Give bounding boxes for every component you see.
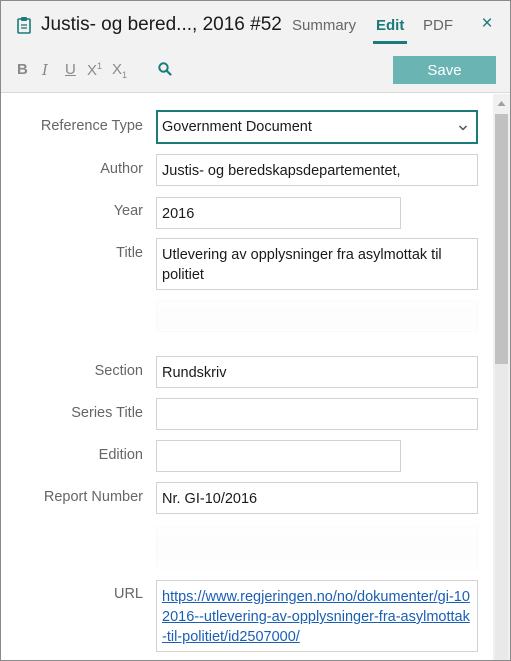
title-label: Title — [116, 245, 143, 261]
search-icon[interactable] — [157, 61, 173, 77]
superscript-letter: X — [87, 62, 98, 79]
scrollbar-track-lower[interactable] — [495, 364, 508, 660]
year-label: Year — [113, 203, 143, 219]
scrollbar-thumb[interactable] — [495, 114, 508, 364]
vertical-scrollbar[interactable] — [493, 94, 510, 660]
tab-edit[interactable]: Edit — [376, 17, 404, 34]
subscript-mark: 1 — [122, 70, 128, 80]
editor-header: Justis- og bered..., 2016 #52 Summary Ed… — [1, 1, 510, 93]
reference-type-select[interactable]: Government Document — [156, 110, 478, 144]
scroll-up-arrow-icon[interactable] — [493, 96, 510, 106]
underline-button[interactable]: U — [65, 61, 76, 78]
clipboard-icon — [17, 16, 31, 34]
italic-button[interactable]: I — [42, 61, 48, 79]
close-icon[interactable]: × — [477, 13, 497, 35]
title-field[interactable]: Utlevering av opplysninger fra asylmotta… — [156, 238, 478, 290]
url-label: URL — [113, 586, 143, 602]
tab-summary[interactable]: Summary — [292, 17, 356, 34]
chevron-down-icon — [458, 119, 468, 131]
author-label: Author — [100, 161, 143, 177]
series-title-field[interactable] — [156, 398, 478, 430]
reference-form: Reference Type Government Document Autho… — [1, 94, 493, 660]
subscript-button[interactable]: X1 — [112, 61, 127, 80]
author-field[interactable]: Justis- og beredskapsdepartementet, — [156, 154, 478, 186]
section-field[interactable]: Rundskriv — [156, 356, 478, 388]
reference-type-value: Government Document — [162, 119, 312, 135]
edition-field[interactable] — [156, 440, 401, 472]
bold-button[interactable]: B — [17, 61, 28, 78]
scroll-fade — [1, 290, 493, 346]
report-number-field[interactable]: Nr. GI-10/2016 — [156, 482, 478, 514]
url-link[interactable]: https://www.regjeringen.no/no/dokumenter… — [162, 589, 470, 645]
subscript-letter: X — [112, 61, 123, 78]
tab-pdf[interactable]: PDF — [423, 17, 453, 34]
report-number-label: Report Number — [43, 489, 143, 505]
superscript-mark: 1 — [97, 61, 103, 71]
section-label: Section — [94, 363, 143, 379]
active-tab-indicator — [373, 41, 407, 44]
edition-label: Edition — [98, 447, 143, 463]
series-title-label: Series Title — [71, 405, 143, 421]
reference-type-label: Reference Type — [40, 118, 143, 134]
reference-editor-panel: Justis- og bered..., 2016 #52 Summary Ed… — [0, 0, 511, 661]
superscript-button[interactable]: X1 — [87, 61, 102, 79]
url-field[interactable]: https://www.regjeringen.no/no/dokumenter… — [156, 580, 478, 652]
save-button[interactable]: Save — [393, 56, 496, 84]
scroll-fade-lower — [1, 514, 493, 580]
year-field[interactable]: 2016 — [156, 197, 401, 229]
reference-title: Justis- og bered..., 2016 #52 — [41, 14, 282, 35]
